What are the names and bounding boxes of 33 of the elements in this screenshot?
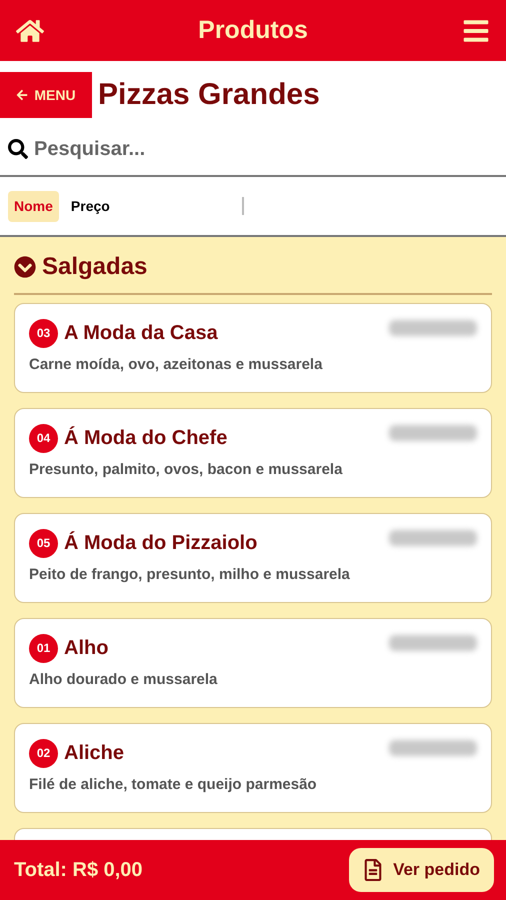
- product-name: Á Moda do Pizzaiolo: [64, 530, 258, 556]
- number-badge: 04: [29, 424, 58, 452]
- number-badge: 03: [29, 318, 58, 348]
- back-button[interactable]: MENU: [0, 72, 92, 118]
- arrow-left-icon: [16, 89, 28, 101]
- section-title: Salgadas: [42, 252, 148, 282]
- order-total: Total: R$ 0,00: [14, 858, 143, 883]
- page-title: Pizzas Grandes: [98, 80, 320, 110]
- product-description: Presunto, palmito, ovos, bacon e mussarela: [29, 460, 344, 480]
- sort-tab[interactable]: Preço: [64, 190, 116, 222]
- search-icon: [8, 138, 28, 158]
- product-card[interactable]: 03 A Moda da Casa Carne moída, ovo, azeitonas e mussarela: [14, 303, 492, 393]
- product-description: Peito de frango, presunto, milho e mussarela: [29, 565, 351, 585]
- number-badge: 02: [29, 738, 58, 768]
- product-name: Alho: [64, 636, 110, 661]
- document-icon: [363, 859, 384, 881]
- number-badge: 05: [29, 528, 58, 558]
- product-description: Alho dourado e mussarela: [29, 670, 218, 690]
- chevron-down-icon[interactable]: [14, 256, 36, 278]
- view-order-button[interactable]: Ver pedido: [349, 848, 494, 892]
- product-name: Á Moda do Chefe: [64, 425, 228, 451]
- product-description: Carne moída, ovo, azeitonas e mussarela: [29, 355, 324, 375]
- product-card[interactable]: 02 Aliche Filé de aliche, tomate e queijo parmesão: [14, 723, 492, 813]
- sort-tab[interactable]: Nome: [8, 190, 59, 222]
- header-title: Produtos: [198, 14, 308, 46]
- search-field[interactable]: Pesquisar...: [34, 134, 498, 164]
- number-badge: 01: [29, 634, 58, 662]
- product-card[interactable]: 01 Alho Alho dourado e mussarela: [14, 618, 492, 708]
- product-name: Aliche: [64, 741, 126, 766]
- product-description: Filé de aliche, tomate e queijo parmesão: [29, 775, 318, 795]
- product-name: A Moda da Casa: [64, 321, 219, 346]
- product-card[interactable]: 04 Á Moda do Chefe Presunto, palmito, ovos, bacon e mussarela: [14, 408, 492, 498]
- product-card[interactable]: 05 Á Moda do Pizzaiolo Peito de frango, presunto, milho e mussarela: [14, 513, 492, 603]
